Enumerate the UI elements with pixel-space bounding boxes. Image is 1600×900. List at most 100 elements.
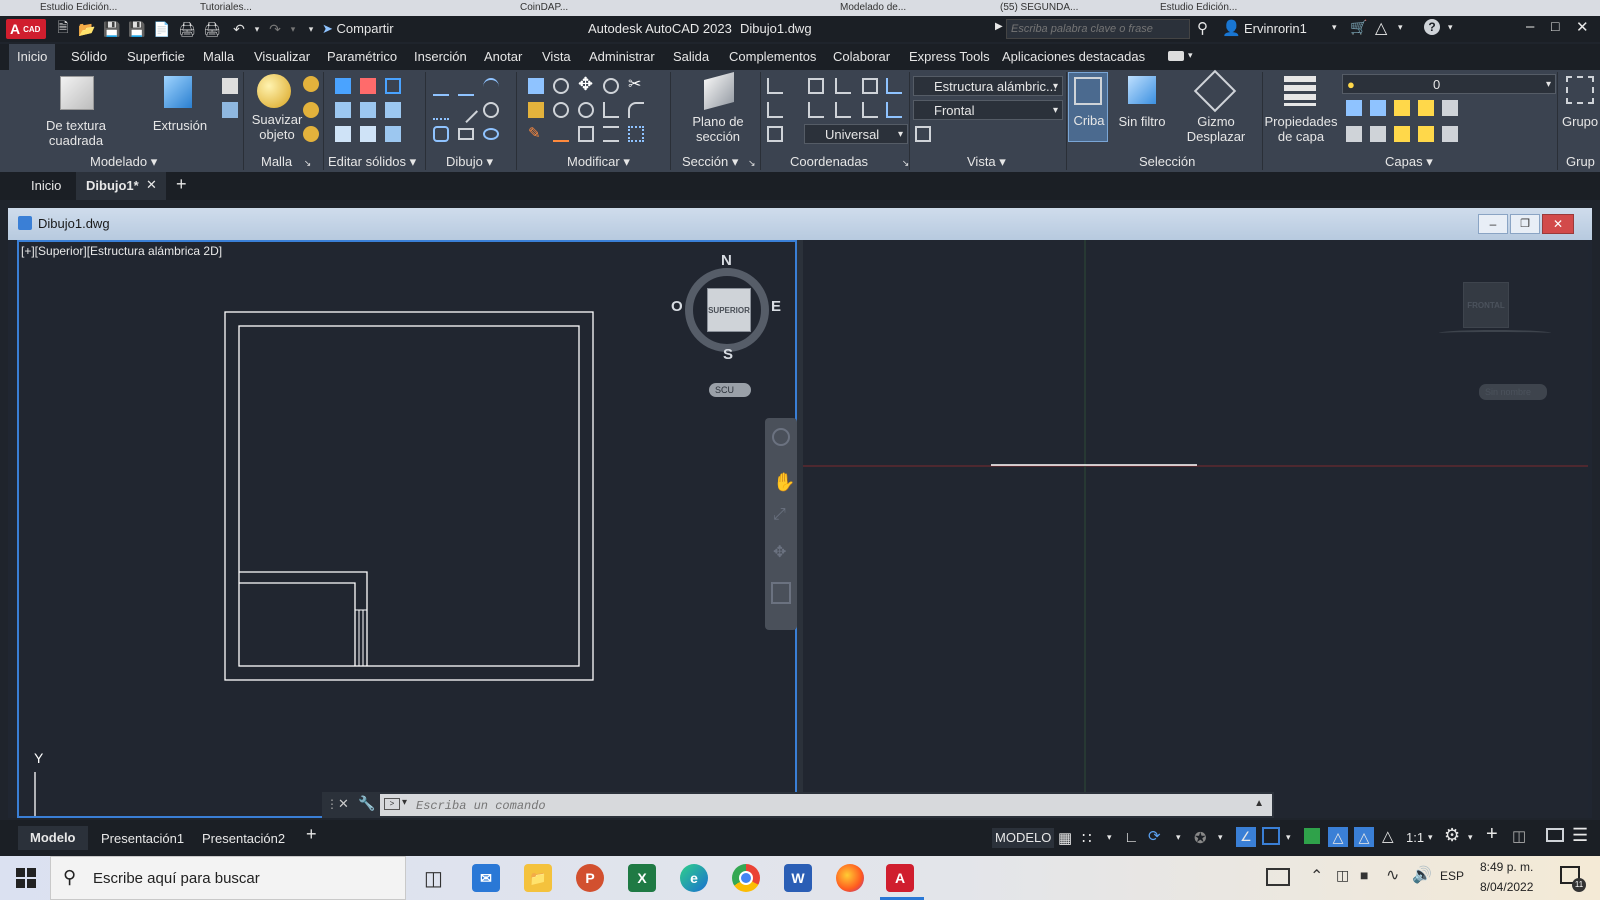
separate-icon[interactable]: [335, 126, 351, 142]
help-search-input[interactable]: [1006, 19, 1190, 39]
intersect-icon[interactable]: [385, 78, 401, 94]
minimize-icon[interactable]: –: [1526, 18, 1534, 35]
show-hidden-icons-icon[interactable]: ⌃: [1310, 866, 1323, 886]
group-editar-solidos[interactable]: Editar sólidos ▾: [328, 154, 416, 170]
workspace-gear-icon[interactable]: ⚙: [1444, 825, 1460, 846]
viewcube-front[interactable]: FRONTAL: [1463, 282, 1509, 328]
close-icon[interactable]: ✕: [146, 177, 157, 193]
chrome-icon[interactable]: [732, 864, 760, 892]
zoom-extents-icon[interactable]: ⤢: [773, 506, 786, 524]
save-as-icon[interactable]: 💾: [128, 20, 146, 38]
thicken-icon[interactable]: [385, 126, 401, 142]
snap-icon[interactable]: ∷: [1082, 829, 1092, 847]
save-icon[interactable]: 💾: [103, 20, 121, 38]
volume-icon[interactable]: 🔊: [1412, 865, 1432, 885]
trim-icon[interactable]: ✂: [628, 74, 641, 94]
chevron-down-icon[interactable]: ▾: [1286, 832, 1291, 843]
group-seleccion[interactable]: Selección: [1139, 154, 1195, 169]
ucs-icon-properties-icon[interactable]: [767, 126, 783, 142]
stretch-icon[interactable]: ✎: [528, 124, 541, 142]
search-expand-icon[interactable]: ▶: [995, 21, 1003, 32]
command-prompt-icon[interactable]: >: [384, 798, 400, 810]
mail-app-icon[interactable]: ✉: [472, 864, 500, 892]
ucs-object-icon[interactable]: [767, 102, 783, 118]
mesh-smooth-more-icon[interactable]: [303, 102, 319, 118]
ribbon-toggle-icon[interactable]: [1168, 51, 1184, 61]
pan-icon[interactable]: ✋: [773, 472, 795, 493]
help-dropdown-icon[interactable]: ▾: [1448, 22, 1453, 33]
compass-o[interactable]: O: [671, 298, 683, 315]
tab-superficie[interactable]: Superficie: [127, 49, 185, 64]
group-capas[interactable]: Capas ▾: [1385, 154, 1433, 170]
filter-button[interactable]: Sin filtro: [1112, 72, 1172, 142]
user-dropdown-icon[interactable]: ▾: [1332, 22, 1337, 33]
user-icon[interactable]: 👤: [1222, 19, 1241, 37]
layer-isolate-icon[interactable]: [1370, 100, 1386, 116]
viewcube-face[interactable]: SUPERIOR: [707, 288, 751, 332]
close-icon[interactable]: ✕: [338, 796, 349, 812]
ucs-menu-button[interactable]: SCU: [709, 383, 751, 397]
steering-wheel-icon[interactable]: [772, 428, 790, 446]
orbit-icon[interactable]: ✥: [773, 542, 786, 562]
open-folder-icon[interactable]: 📂: [78, 20, 96, 38]
compass-n[interactable]: N: [721, 252, 732, 269]
clock-date[interactable]: 8/04/2022: [1480, 880, 1533, 894]
polygon-icon[interactable]: [433, 126, 449, 142]
new-file-icon[interactable]: 🗎: [54, 19, 72, 38]
move-icon[interactable]: ✥: [578, 74, 593, 95]
layout-tab-presentacion2[interactable]: Presentación2: [202, 831, 285, 846]
tab-malla[interactable]: Malla: [203, 49, 234, 64]
arc-icon[interactable]: [483, 78, 499, 96]
layer-unlock-icon[interactable]: [1418, 126, 1434, 142]
excel-icon[interactable]: X: [628, 864, 656, 892]
union-icon[interactable]: [335, 78, 351, 94]
maximize-icon[interactable]: □: [1551, 18, 1559, 34]
word-icon[interactable]: W: [784, 864, 812, 892]
close-icon[interactable]: ✕: [1576, 18, 1589, 36]
tab-express-tools[interactable]: Express Tools: [909, 49, 990, 64]
cart-icon[interactable]: 🛒: [1350, 19, 1367, 36]
layer-off-icon[interactable]: [1346, 100, 1362, 116]
edge-icon[interactable]: e: [680, 864, 708, 892]
customize-dropdown-icon[interactable]: ▾: [302, 20, 320, 38]
viewport-config-icon[interactable]: [915, 126, 931, 142]
plot-icon[interactable]: 🖨: [178, 20, 196, 38]
polyline-icon[interactable]: [433, 78, 449, 96]
array-icon[interactable]: [628, 126, 644, 142]
publish-icon[interactable]: 📄: [153, 20, 171, 38]
tab-inicio[interactable]: Inicio: [9, 44, 56, 70]
polar-icon[interactable]: ⟳: [1148, 827, 1161, 845]
tab-anotar[interactable]: Anotar: [484, 49, 522, 64]
3d-array-icon[interactable]: [603, 78, 619, 94]
extract-edges-icon[interactable]: [385, 102, 401, 118]
chevron-down-icon[interactable]: ▾: [1176, 832, 1181, 843]
news-widget-icon[interactable]: [1266, 868, 1290, 886]
new-tab-button[interactable]: +: [176, 174, 187, 195]
command-input[interactable]: [414, 796, 1238, 816]
new-layout-button[interactable]: +: [306, 824, 317, 845]
ucs-combo[interactable]: Universal ▾: [804, 124, 908, 144]
group-modificar[interactable]: Modificar ▾: [567, 154, 630, 170]
group-grupos[interactable]: Grup: [1566, 154, 1595, 169]
presspull-icon[interactable]: [222, 102, 238, 118]
compass-s[interactable]: S: [723, 346, 733, 363]
tab-solido[interactable]: Sólido: [71, 49, 107, 64]
language-indicator[interactable]: ESP: [1440, 869, 1464, 883]
browser-tab[interactable]: Modelado de...: [840, 2, 906, 16]
tab-colaborar[interactable]: Colaborar: [833, 49, 890, 64]
ucs-icon[interactable]: [767, 78, 783, 94]
tab-administrar[interactable]: Administrar: [589, 49, 655, 64]
doc-minimize-icon[interactable]: –: [1478, 214, 1508, 234]
tab-parametrico[interactable]: Paramétrico: [327, 49, 397, 64]
ucs-zaxis-icon[interactable]: [886, 102, 902, 118]
tab-visualizar[interactable]: Visualizar: [254, 49, 310, 64]
layer-walk-icon[interactable]: [1442, 126, 1458, 142]
task-view-icon[interactable]: ◫: [424, 866, 443, 891]
tab-complementos[interactable]: Complementos: [729, 49, 816, 64]
rotate-icon[interactable]: [578, 102, 594, 118]
layer-on-icon[interactable]: [1346, 126, 1362, 142]
line-icon[interactable]: [453, 98, 479, 124]
fillet-edge-icon[interactable]: [335, 102, 351, 118]
annotation-scale-value[interactable]: 1:1: [1406, 830, 1424, 845]
3d-rotate-icon[interactable]: [553, 78, 569, 94]
